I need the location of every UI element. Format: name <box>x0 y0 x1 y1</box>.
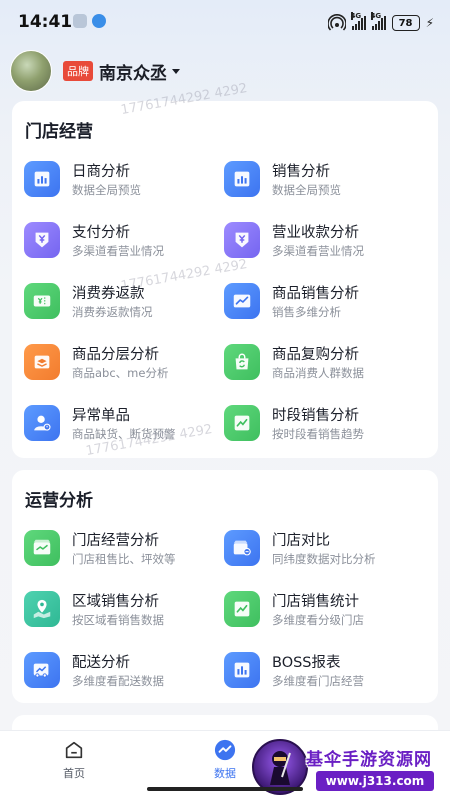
operations-analysis-card: 运营分析 门店经营分析 门店租售比、坪效等 门店对比 同纬度数据对比分析 区域销售分析按… <box>12 470 438 703</box>
feature-tile[interactable]: 消费券返款消费券返款情况 <box>24 279 224 327</box>
battery-indicator: 78 <box>391 15 420 31</box>
status-right: 4G 4G 78 ⚡ <box>327 12 434 34</box>
site-url: www.j313.com <box>316 771 434 791</box>
tile-title: 区域销售分析 <box>72 594 159 610</box>
section-title: 运营分析 <box>25 491 93 511</box>
signal-1-icon: 4G <box>350 12 366 30</box>
status-bar: 14:41 4G 4G 78 ⚡ <box>0 0 450 44</box>
tile-title: 营业收款分析 <box>272 225 359 241</box>
feature-tile[interactable]: 营业收款分析 多渠道看营业情况 <box>224 218 424 266</box>
tile-subtitle: 数据全局预览 <box>72 183 141 197</box>
nav-label: 首页 <box>63 767 85 780</box>
data-icon <box>214 739 236 761</box>
line-window-icon <box>224 283 260 319</box>
tile-subtitle: 多维度看分级门店 <box>272 613 364 627</box>
feature-tile[interactable]: BOSS报表多维度看门店经营 <box>224 648 424 696</box>
bar-chart-icon <box>224 161 260 197</box>
tile-title: 销售分析 <box>272 164 330 180</box>
store-header[interactable]: 品牌 南京众丞 <box>10 50 180 92</box>
trend-icon <box>224 405 260 441</box>
person-alert-icon <box>24 405 60 441</box>
tile-title: 消费券返款 <box>72 286 145 302</box>
site-title: 基伞手游资源网 <box>306 750 432 770</box>
tile-title: 门店销售统计 <box>272 594 359 610</box>
tile-subtitle: 按区域看销售数据 <box>72 613 164 627</box>
tile-title: 异常单品 <box>72 408 130 424</box>
avatar[interactable] <box>10 50 52 92</box>
feature-tile[interactable]: 时段销售分析 按时段看销售趋势 <box>224 401 424 449</box>
feature-tile[interactable]: 配送分析多维度看配送数据 <box>24 648 224 696</box>
nav-home[interactable]: 首页 <box>34 739 114 789</box>
home-icon <box>65 741 83 759</box>
feature-tile[interactable]: 日商分析数据全局预览 <box>24 157 224 205</box>
status-time: 14:41 <box>18 12 73 32</box>
bar-chart-icon <box>24 161 60 197</box>
tile-subtitle: 商品abc、me分析 <box>72 366 169 380</box>
tile-title: 门店对比 <box>272 533 330 549</box>
feature-tile[interactable]: 商品复购分析 商品消费人群数据 <box>224 340 424 388</box>
delivery-truck-icon <box>24 652 60 688</box>
tile-subtitle: 数据全局预览 <box>272 183 341 197</box>
repurchase-bag-icon <box>224 344 260 380</box>
feature-tile[interactable]: 商品分层分析 商品abc、me分析 <box>24 340 224 388</box>
coupon-icon <box>24 283 60 319</box>
tile-subtitle: 门店租售比、坪效等 <box>72 552 176 566</box>
tile-title: 时段销售分析 <box>272 408 359 424</box>
store-name[interactable]: 南京众丞 <box>99 59 167 84</box>
hotspot-icon <box>327 14 346 31</box>
section-title: 门店经营 <box>25 122 93 142</box>
feature-tile[interactable]: 支付分析多渠道看营业情况 <box>24 218 224 266</box>
tile-subtitle: 商品消费人群数据 <box>272 366 364 380</box>
map-pin-icon <box>24 591 60 627</box>
tile-subtitle: 多维度看门店经营 <box>272 674 364 688</box>
tile-title: 支付分析 <box>72 225 130 241</box>
feature-tile[interactable]: 门店经营分析门店租售比、坪效等 <box>24 526 224 574</box>
feature-tile[interactable]: 商品销售分析 销售多维分析 <box>224 279 424 327</box>
tile-subtitle: 按时段看销售趋势 <box>272 427 364 441</box>
signal-2-icon: 4G <box>370 12 386 30</box>
feature-tile[interactable]: 区域销售分析 按区域看销售数据 <box>24 587 224 635</box>
yen-shield-icon <box>24 222 60 258</box>
feature-tile[interactable]: 门店对比同纬度数据对比分析 <box>224 526 424 574</box>
tile-title: BOSS报表 <box>272 655 341 671</box>
tile-title: 门店经营分析 <box>72 533 159 549</box>
notification-app-icon <box>73 14 87 28</box>
tile-subtitle: 销售多维分析 <box>272 305 341 319</box>
bird-app-icon <box>92 14 106 28</box>
tile-subtitle: 商品缺货、断货预警 <box>72 427 176 441</box>
tile-title: 商品分层分析 <box>72 347 159 363</box>
tile-subtitle: 同纬度数据对比分析 <box>272 552 376 566</box>
tile-title: 商品复购分析 <box>272 347 359 363</box>
feature-tile[interactable]: 异常单品商品缺货、断货预警 <box>24 401 224 449</box>
yen-shield-icon <box>224 222 260 258</box>
tile-subtitle: 多渠道看营业情况 <box>72 244 164 258</box>
tile-subtitle: 多渠道看营业情况 <box>272 244 364 258</box>
report-icon <box>224 652 260 688</box>
tile-subtitle: 消费券返款情况 <box>72 305 153 319</box>
trend-icon <box>224 591 260 627</box>
feature-tile[interactable]: 门店销售统计 多维度看分级门店 <box>224 587 424 635</box>
tile-title: 商品销售分析 <box>272 286 359 302</box>
tile-subtitle: 多维度看配送数据 <box>72 674 164 688</box>
tile-title: 配送分析 <box>72 655 130 671</box>
store-chart-icon <box>24 530 60 566</box>
charging-icon: ⚡ <box>425 16 434 30</box>
home-indicator[interactable] <box>147 787 303 791</box>
tile-title: 日商分析 <box>72 164 130 180</box>
layers-icon <box>24 344 60 380</box>
feature-tile[interactable]: 销售分析数据全局预览 <box>224 157 424 205</box>
store-compare-icon <box>224 530 260 566</box>
brand-badge: 品牌 <box>63 61 93 81</box>
chevron-down-icon[interactable] <box>172 68 180 74</box>
store-operations-card: 门店经营 日商分析 数据全局预览 销售分析 数据全局预览 支付分析 多渠道看营业情况 营业收… <box>12 101 438 458</box>
